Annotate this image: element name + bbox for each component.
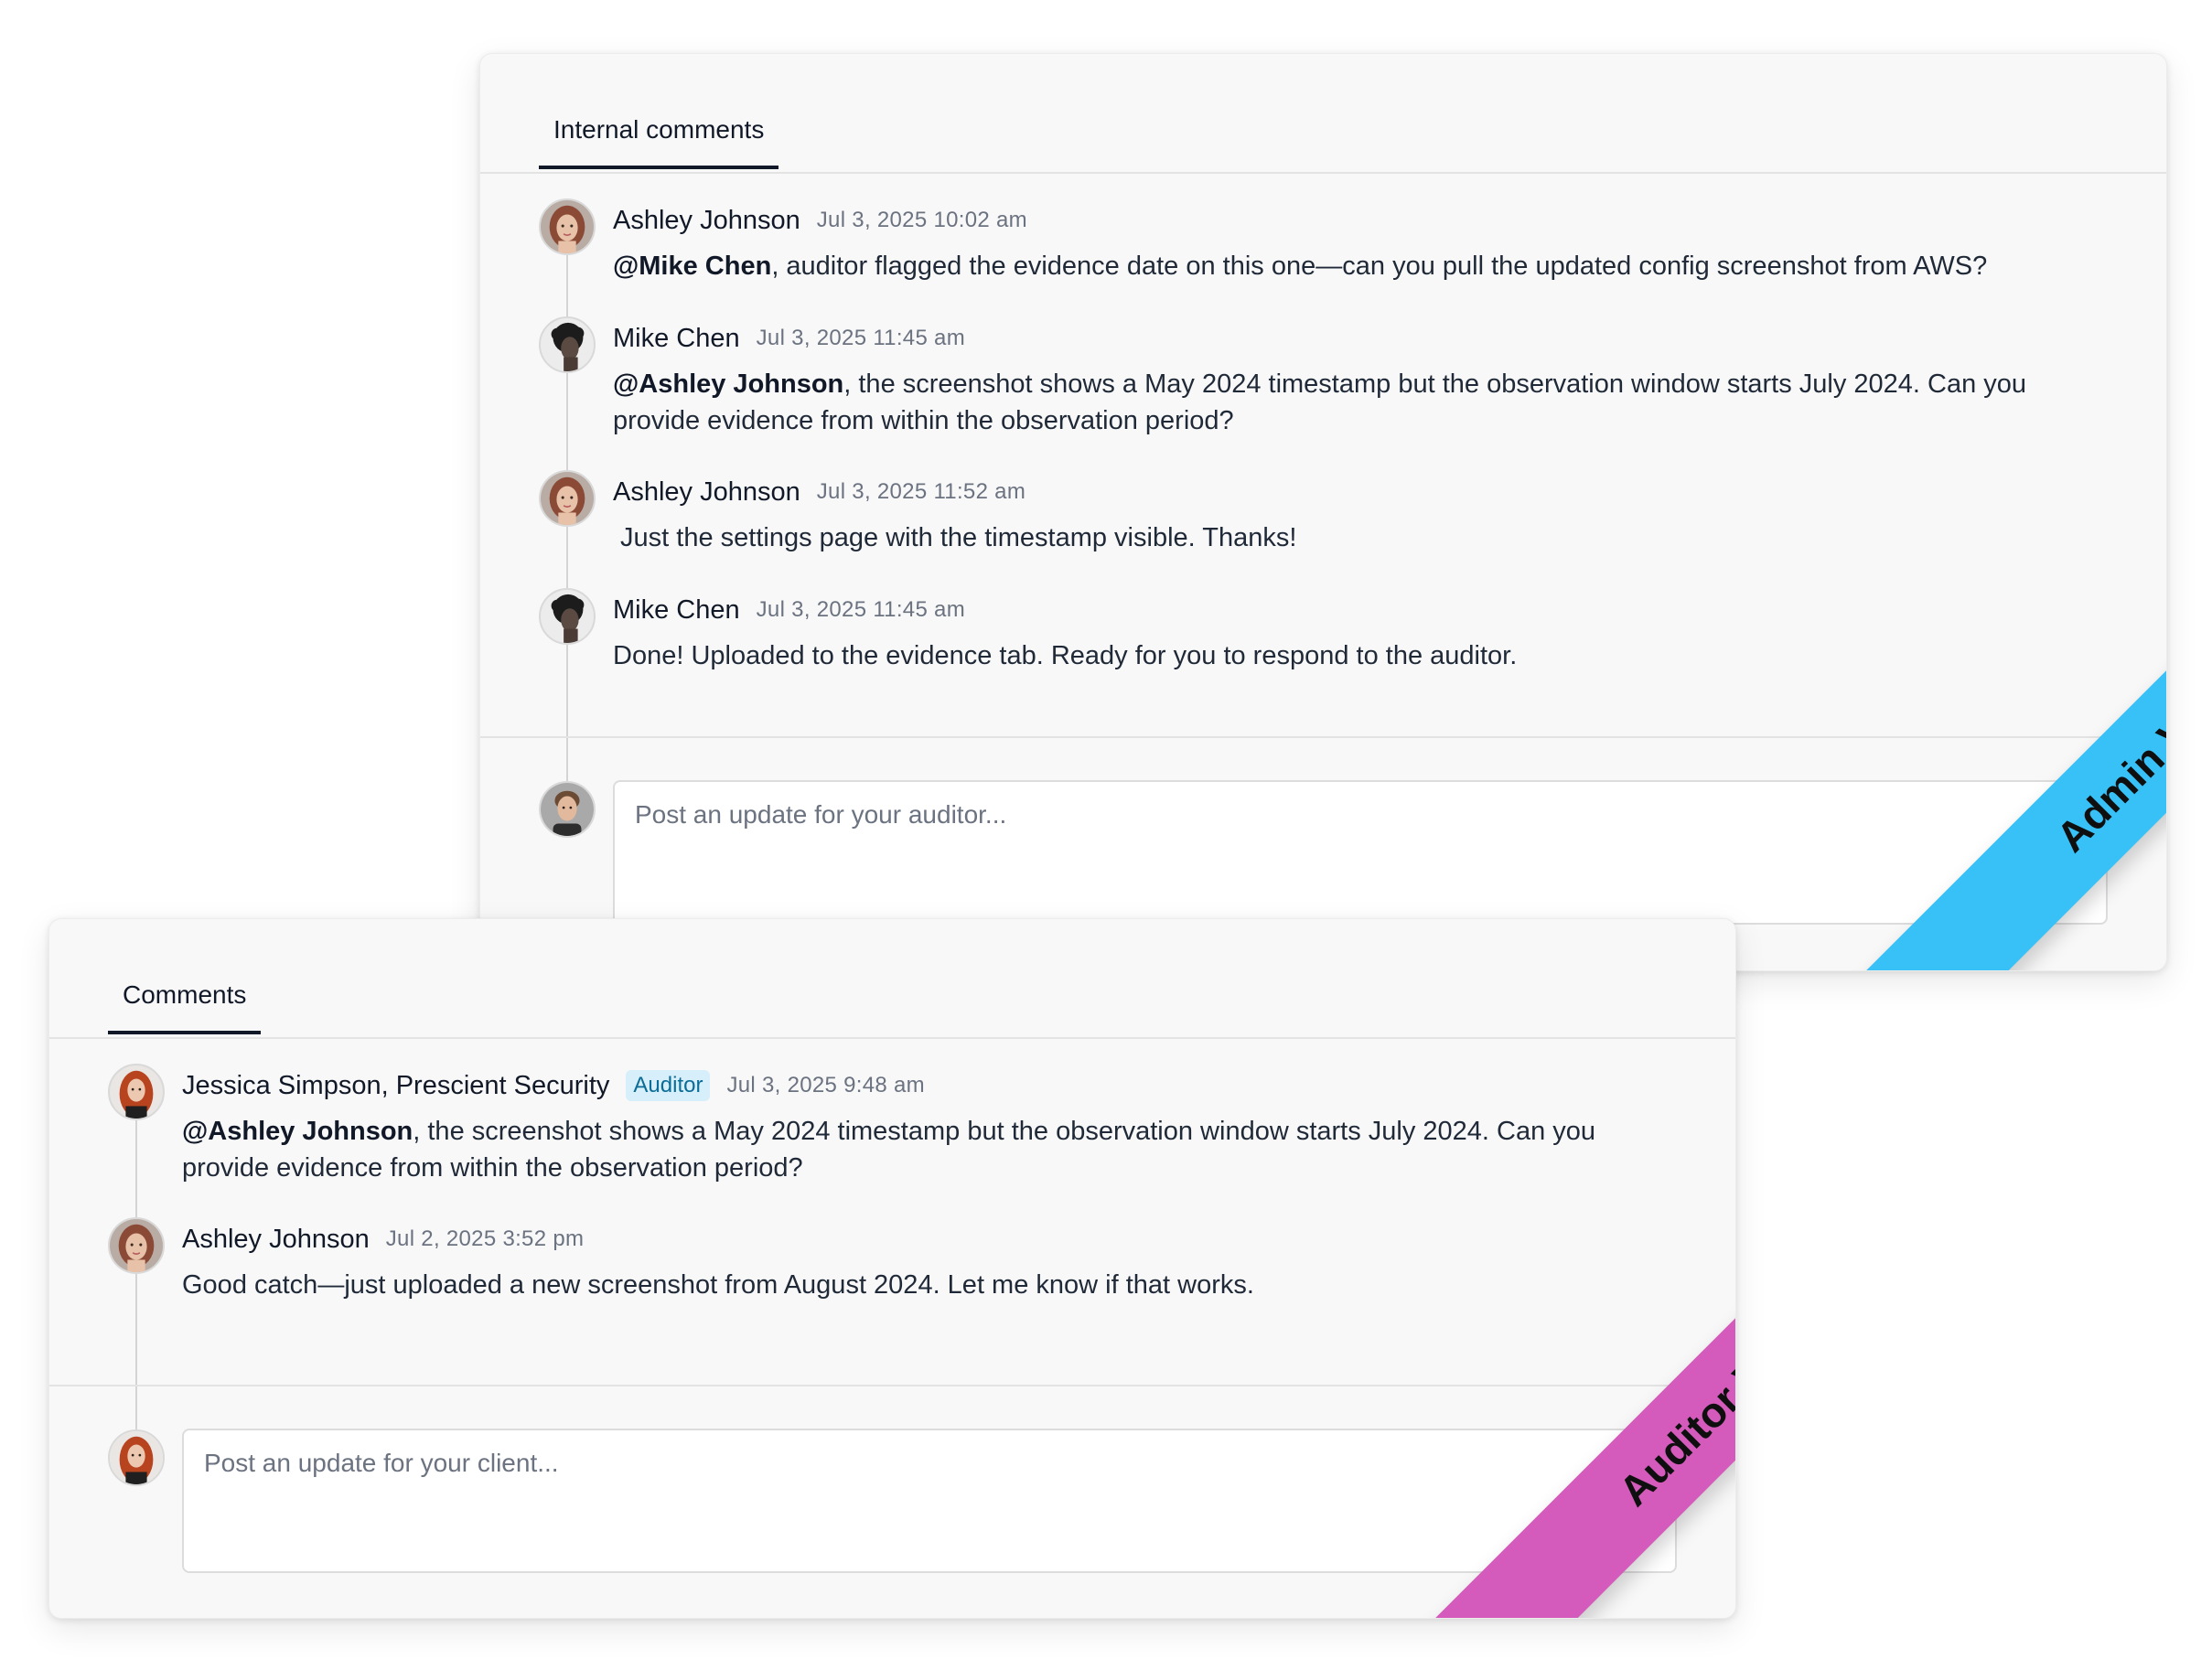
comment-meta: Ashley Johnson Jul 3, 2025 11:52 am	[613, 472, 1025, 512]
comment-author: Mike Chen	[613, 323, 740, 353]
mention-link[interactable]: @Ashley Johnson	[182, 1117, 413, 1146]
comment-meta: Mike Chen Jul 3, 2025 11:45 am	[613, 590, 965, 630]
woman-auburn-hair-avatar	[539, 470, 596, 527]
woman-auburn-hair-avatar	[539, 198, 596, 255]
comment-author: Mike Chen	[613, 594, 740, 625]
comment-meta: Mike Chen Jul 3, 2025 11:45 am	[613, 318, 965, 359]
auditor-role-badge: Auditor	[626, 1070, 711, 1101]
mention-link[interactable]: @Mike Chen	[613, 252, 771, 281]
comment-author: Jessica Simpson, Prescient Security	[182, 1070, 610, 1100]
composer-divider	[480, 736, 2166, 738]
comment-author: Ashley Johnson	[182, 1224, 370, 1254]
comment-composer-input[interactable]	[182, 1429, 1677, 1573]
comment-body: @Mike Chen, auditor flagged the evidence…	[613, 248, 2075, 284]
comment-timestamp: Jul 3, 2025 9:48 am	[726, 1073, 925, 1097]
comment-body: @Ashley Johnson, the screenshot shows a …	[613, 366, 2075, 439]
man-curly-hair-avatar	[539, 588, 596, 645]
auditor-comments-panel: Comments Jessica Simpson, Prescient Secu…	[48, 918, 1736, 1619]
comment-timestamp: Jul 3, 2025 11:52 am	[816, 479, 1026, 504]
tab-comments[interactable]: Comments	[108, 976, 262, 1034]
man-curly-hair-avatar	[539, 316, 596, 373]
comment-body: Done! Uploaded to the evidence tab. Read…	[613, 637, 2075, 674]
woman-auburn-hair-avatar	[108, 1217, 165, 1274]
comment-timestamp: Jul 3, 2025 11:45 am	[756, 597, 965, 622]
man-short-hair-avatar	[539, 781, 596, 838]
comment-text: Good catch—just uploaded a new screensho…	[182, 1270, 1254, 1300]
comment-text: Just the settings page with the timestam…	[613, 523, 1297, 552]
comment-body: Good catch—just uploaded a new screensho…	[182, 1267, 1644, 1303]
comment-meta: Ashley Johnson Jul 2, 2025 3:52 pm	[182, 1219, 584, 1259]
comment-meta: Jessica Simpson, Prescient Security Audi…	[182, 1065, 925, 1106]
comment-timestamp: Jul 3, 2025 11:45 am	[756, 326, 965, 350]
composer-divider	[49, 1385, 1735, 1386]
comment-timestamp: Jul 2, 2025 3:52 pm	[385, 1226, 585, 1251]
comment-text: Done! Uploaded to the evidence tab. Read…	[613, 641, 1518, 670]
admin-comments-panel: Internal comments Ashley Johnson Jul 3, …	[479, 53, 2167, 971]
comment-timestamp: Jul 3, 2025 10:02 am	[816, 208, 1027, 232]
comment-text: , auditor flagged the evidence date on t…	[771, 252, 1988, 281]
comment-body: Just the settings page with the timestam…	[613, 519, 2075, 556]
tab-internal-comments[interactable]: Internal comments	[539, 111, 779, 169]
mention-link[interactable]: @Ashley Johnson	[613, 369, 843, 399]
comment-author: Ashley Johnson	[613, 476, 800, 507]
comment-body: @Ashley Johnson, the screenshot shows a …	[182, 1113, 1644, 1186]
woman-red-hair-avatar	[108, 1429, 165, 1486]
comment-meta: Ashley Johnson Jul 3, 2025 10:02 am	[613, 200, 1027, 241]
comment-author: Ashley Johnson	[613, 205, 800, 235]
tab-bar: Internal comments	[480, 54, 2166, 174]
thread-line	[135, 1120, 137, 1468]
woman-red-hair-avatar	[108, 1064, 165, 1120]
tab-bar: Comments	[49, 919, 1735, 1039]
comment-composer-input[interactable]	[613, 780, 2108, 925]
